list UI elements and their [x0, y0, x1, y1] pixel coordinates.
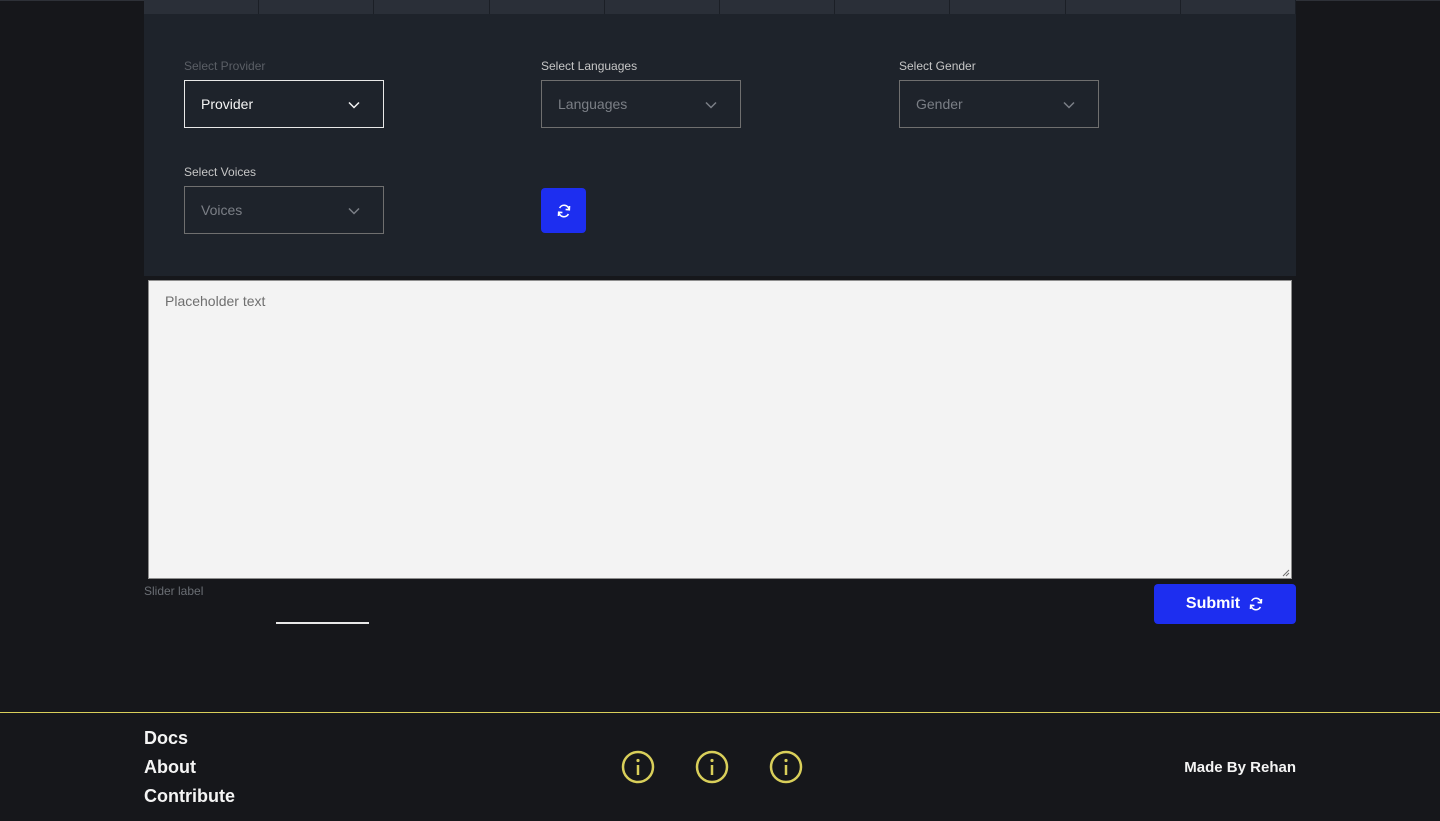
settings-panel: Select Provider Provider Select Language… [144, 14, 1296, 276]
text-input-area[interactable]: Placeholder text [148, 280, 1292, 579]
info-icon[interactable] [769, 750, 803, 784]
refresh-button[interactable] [541, 188, 586, 233]
footer-link-docs[interactable]: Docs [144, 727, 235, 756]
footer-link-about[interactable]: About [144, 756, 235, 785]
provider-select[interactable]: Provider [184, 80, 384, 128]
chevron-down-icon [1063, 101, 1075, 109]
gender-label: Select Gender [899, 59, 976, 73]
gender-select[interactable]: Gender [899, 80, 1099, 128]
provider-field: Select Provider Provider [184, 58, 384, 128]
voices-label: Select Voices [184, 165, 257, 179]
info-icon[interactable] [695, 750, 729, 784]
provider-value: Provider [201, 96, 254, 112]
chevron-down-icon [705, 101, 717, 109]
text-input-placeholder: Placeholder text [165, 293, 266, 309]
resize-handle-icon[interactable] [1282, 569, 1290, 577]
voices-value: Voices [201, 202, 243, 218]
gender-field: Select Gender Gender [899, 58, 1099, 128]
slider-label: Slider label [144, 584, 204, 598]
languages-label: Select Languages [541, 59, 638, 73]
footer-links: Docs About Contribute [144, 727, 235, 814]
footer-divider [0, 712, 1440, 713]
voices-select[interactable]: Voices [184, 186, 384, 234]
slider-track[interactable] [276, 622, 369, 624]
submit-label: Submit [1185, 595, 1241, 612]
footer-icons [621, 750, 803, 784]
refresh-icon [557, 203, 570, 218]
chevron-down-icon [348, 207, 360, 215]
gender-value: Gender [916, 96, 963, 112]
info-icon[interactable] [621, 750, 655, 784]
languages-value: Languages [558, 96, 628, 112]
provider-label: Select Provider [184, 59, 266, 73]
refresh-icon [1249, 597, 1263, 611]
submit-button[interactable]: Submit [1154, 584, 1296, 624]
languages-select[interactable]: Languages [541, 80, 741, 128]
voices-field: Select Voices Voices [184, 164, 384, 234]
footer-link-contribute[interactable]: Contribute [144, 785, 235, 814]
languages-field: Select Languages Languages [541, 58, 741, 128]
chevron-down-icon [348, 101, 360, 109]
made-by-credit: Made By Rehan [1184, 759, 1296, 776]
top-tab-strip [144, 0, 1297, 14]
